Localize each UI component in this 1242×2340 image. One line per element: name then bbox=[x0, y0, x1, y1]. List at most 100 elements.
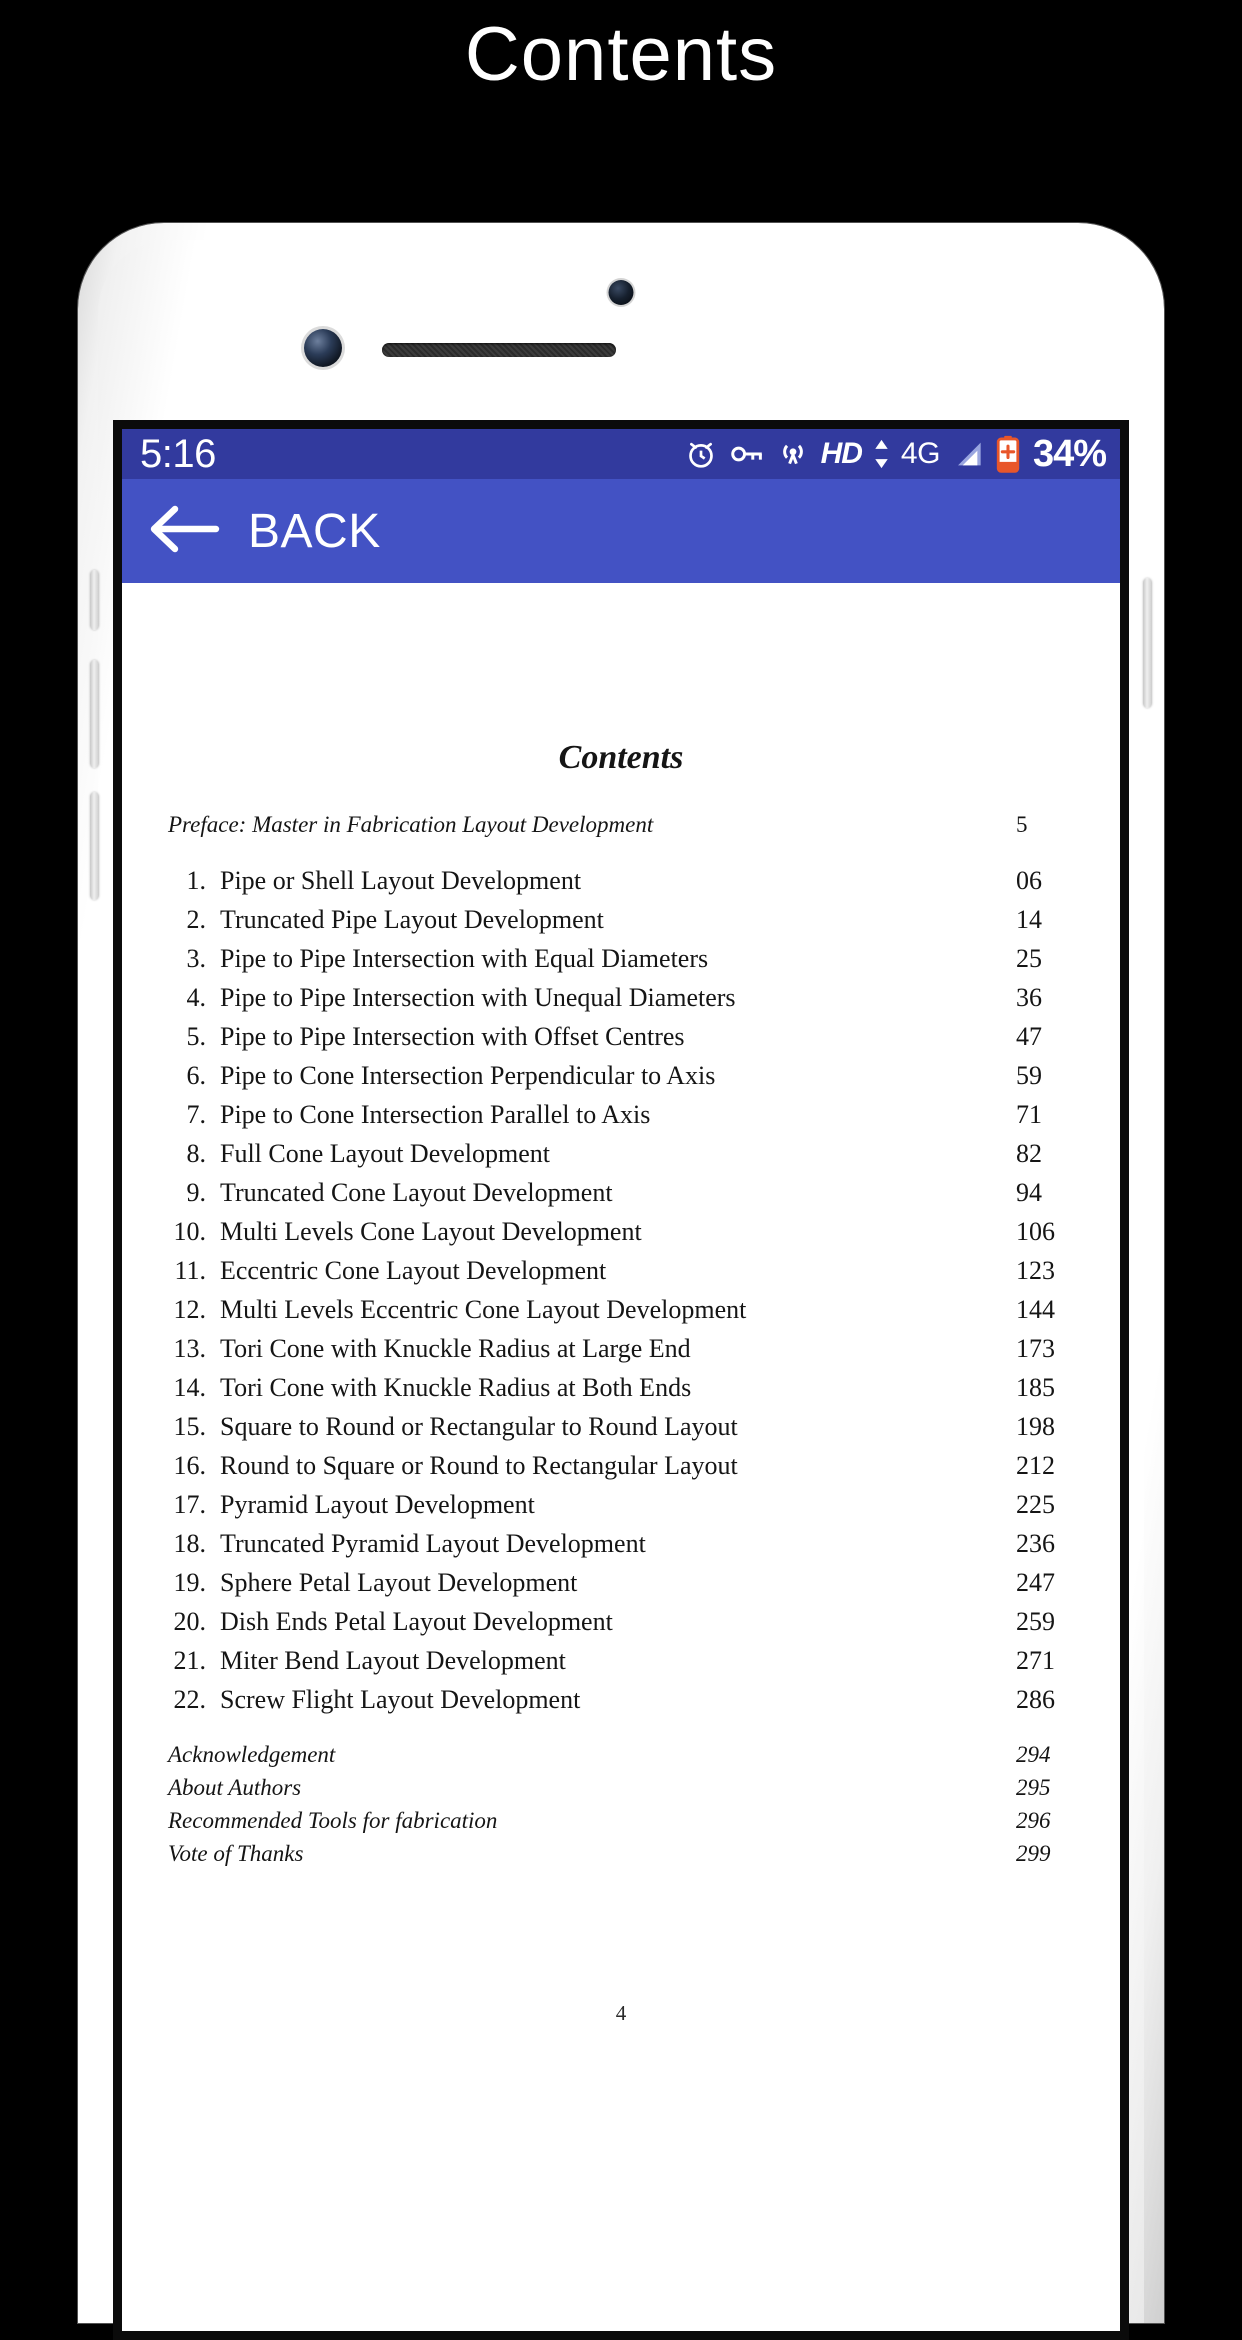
alarm-clock-icon bbox=[684, 437, 718, 471]
toc-back-matter-label: Recommended Tools for fabrication bbox=[168, 1809, 497, 1832]
hd-icon: HD bbox=[821, 437, 862, 471]
toc-back-matter-page: 299 bbox=[1016, 1842, 1074, 1865]
toc-chapter-page: 82 bbox=[1016, 1141, 1074, 1167]
toc-chapter-page: 14 bbox=[1016, 907, 1074, 933]
toc-chapter-title: Pipe to Pipe Intersection with Unequal D… bbox=[220, 985, 736, 1011]
toc-chapter-row[interactable]: 2.Truncated Pipe Layout Development14 bbox=[168, 907, 1074, 933]
toc-chapter-page: 271 bbox=[1016, 1648, 1074, 1674]
toc-chapter-title: Tori Cone with Knuckle Radius at Both En… bbox=[220, 1375, 691, 1401]
device-button-volume-up[interactable] bbox=[90, 660, 99, 768]
toc-chapter-row[interactable]: 4.Pipe to Pipe Intersection with Unequal… bbox=[168, 985, 1074, 1011]
toc-chapter-title: Pipe or Shell Layout Development bbox=[220, 868, 581, 894]
toc-preface-row[interactable]: Preface: Master in Fabrication Layout De… bbox=[168, 813, 1074, 836]
toc-chapter-list: 1.Pipe or Shell Layout Development062.Tr… bbox=[168, 868, 1074, 1713]
vpn-key-icon bbox=[729, 439, 765, 469]
toc-chapter-row[interactable]: 12.Multi Levels Eccentric Cone Layout De… bbox=[168, 1297, 1074, 1323]
toc-chapter-number: 2. bbox=[168, 907, 220, 933]
toc-back-matter-label: Acknowledgement bbox=[168, 1743, 335, 1766]
toc-back-matter-label: About Authors bbox=[168, 1776, 301, 1799]
toc-chapter-row[interactable]: 5.Pipe to Pipe Intersection with Offset … bbox=[168, 1024, 1074, 1050]
network-type-label: 4G bbox=[901, 437, 940, 471]
toc-chapter-page: 212 bbox=[1016, 1453, 1074, 1479]
toc-chapter-title: Tori Cone with Knuckle Radius at Large E… bbox=[220, 1336, 691, 1362]
toc-chapter-row[interactable]: 9.Truncated Cone Layout Development94 bbox=[168, 1180, 1074, 1206]
toc-chapter-number: 10. bbox=[168, 1219, 220, 1245]
front-sensor-icon bbox=[609, 280, 634, 305]
toc-preface-label: Preface: Master in Fabrication Layout De… bbox=[168, 813, 653, 836]
toc-chapter-row[interactable]: 16.Round to Square or Round to Rectangul… bbox=[168, 1453, 1074, 1479]
device-button-power[interactable] bbox=[1143, 578, 1152, 708]
toc-chapter-number: 7. bbox=[168, 1102, 220, 1128]
device-button-left-top[interactable] bbox=[90, 570, 99, 630]
toc-chapter-title: Eccentric Cone Layout Development bbox=[220, 1258, 606, 1284]
toc-chapter-number: 13. bbox=[168, 1336, 220, 1362]
data-transfer-icon bbox=[873, 437, 890, 471]
toc-chapter-row[interactable]: 11.Eccentric Cone Layout Development 123 bbox=[168, 1258, 1074, 1284]
toc-chapter-title: Sphere Petal Layout Development bbox=[220, 1570, 577, 1596]
status-bar: 5:16 bbox=[122, 429, 1120, 479]
document-page: Contents Preface: Master in Fabrication … bbox=[122, 739, 1120, 2340]
toc-heading: Contents bbox=[168, 739, 1074, 777]
toc-chapter-row[interactable]: 14.Tori Cone with Knuckle Radius at Both… bbox=[168, 1375, 1074, 1401]
toc-chapter-page: 106 bbox=[1016, 1219, 1074, 1245]
phone-device-frame: 5:16 bbox=[78, 223, 1164, 2323]
arrow-left-icon[interactable] bbox=[148, 500, 220, 563]
toc-back-matter-row[interactable]: Acknowledgement294 bbox=[168, 1743, 1074, 1766]
toc-chapter-number: 15. bbox=[168, 1414, 220, 1440]
toc-chapter-title: Truncated Pyramid Layout Development bbox=[220, 1531, 646, 1557]
device-button-volume-down[interactable] bbox=[90, 792, 99, 900]
toc-chapter-row[interactable]: 21.Miter Bend Layout Development271 bbox=[168, 1648, 1074, 1674]
toc-chapter-row[interactable]: 19.Sphere Petal Layout Development 247 bbox=[168, 1570, 1074, 1596]
toc-chapter-number: 11. bbox=[168, 1258, 220, 1284]
battery-icon bbox=[996, 435, 1020, 473]
toc-chapter-row[interactable]: 20.Dish Ends Petal Layout Development259 bbox=[168, 1609, 1074, 1635]
toc-chapter-title: Round to Square or Round to Rectangular … bbox=[220, 1453, 738, 1479]
toc-chapter-number: 5. bbox=[168, 1024, 220, 1050]
toc-chapter-page: 25 bbox=[1016, 946, 1074, 972]
toc-chapter-page: 247 bbox=[1016, 1570, 1074, 1596]
hero-title: Contents bbox=[0, 13, 1242, 97]
toc-chapter-row[interactable]: 18.Truncated Pyramid Layout Development 2… bbox=[168, 1531, 1074, 1557]
toc-chapter-number: 4. bbox=[168, 985, 220, 1011]
toc-chapter-row[interactable]: 22.Screw Flight Layout Development286 bbox=[168, 1687, 1074, 1713]
toc-chapter-row[interactable]: 13.Tori Cone with Knuckle Radius at Larg… bbox=[168, 1336, 1074, 1362]
toc-chapter-title: Pipe to Cone Intersection Perpendicular … bbox=[220, 1063, 715, 1089]
toc-chapter-number: 19. bbox=[168, 1570, 220, 1596]
toc-chapter-page: 185 bbox=[1016, 1375, 1074, 1401]
toc-back-matter-label: Vote of Thanks bbox=[168, 1842, 303, 1865]
toc-chapter-page: 123 bbox=[1016, 1258, 1074, 1284]
toc-back-matter-row[interactable]: Vote of Thanks 299 bbox=[168, 1842, 1074, 1865]
page-folio: 4 bbox=[122, 2001, 1120, 2026]
toc-chapter-number: 12. bbox=[168, 1297, 220, 1323]
toc-chapter-title: Dish Ends Petal Layout Development bbox=[220, 1609, 613, 1635]
toc-chapter-number: 17. bbox=[168, 1492, 220, 1518]
toc-chapter-number: 1. bbox=[168, 868, 220, 894]
toc-chapter-page: 286 bbox=[1016, 1687, 1074, 1713]
back-button-label[interactable]: BACK bbox=[248, 504, 381, 559]
toc-back-matter-page: 296 bbox=[1016, 1809, 1074, 1832]
toc-chapter-row[interactable]: 10.Multi Levels Cone Layout Development1… bbox=[168, 1219, 1074, 1245]
toc-chapter-page: 173 bbox=[1016, 1336, 1074, 1362]
toc-chapter-page: 71 bbox=[1016, 1102, 1074, 1128]
toc-chapter-page: 236 bbox=[1016, 1531, 1074, 1557]
toc-chapter-row[interactable]: 1.Pipe or Shell Layout Development06 bbox=[168, 868, 1074, 894]
toc-chapter-number: 6. bbox=[168, 1063, 220, 1089]
toc-chapter-row[interactable]: 6.Pipe to Cone Intersection Perpendicula… bbox=[168, 1063, 1074, 1089]
phone-device-bezel: 5:16 bbox=[98, 240, 1144, 2323]
toc-chapter-row[interactable]: 15.Square to Round or Rectangular to Rou… bbox=[168, 1414, 1074, 1440]
front-camera-icon bbox=[304, 329, 342, 367]
toc-chapter-row[interactable]: 8.Full Cone Layout Development82 bbox=[168, 1141, 1074, 1167]
app-bar: BACK bbox=[122, 479, 1120, 583]
toc-chapter-number: 18. bbox=[168, 1531, 220, 1557]
toc-chapter-number: 14. bbox=[168, 1375, 220, 1401]
toc-chapter-row[interactable]: 3.Pipe to Pipe Intersection with Equal D… bbox=[168, 946, 1074, 972]
toc-chapter-row[interactable]: 17.Pyramid Layout Development225 bbox=[168, 1492, 1074, 1518]
toc-back-matter-row[interactable]: Recommended Tools for fabrication 296 bbox=[168, 1809, 1074, 1832]
toc-chapter-number: 3. bbox=[168, 946, 220, 972]
toc-chapter-page: 259 bbox=[1016, 1609, 1074, 1635]
signal-bars-icon bbox=[951, 438, 985, 470]
toc-chapter-page: 36 bbox=[1016, 985, 1074, 1011]
toc-chapter-row[interactable]: 7.Pipe to Cone Intersection Parallel to … bbox=[168, 1102, 1074, 1128]
toc-back-matter-row[interactable]: About Authors295 bbox=[168, 1776, 1074, 1799]
toc-chapter-title: Pipe to Pipe Intersection with Offset Ce… bbox=[220, 1024, 685, 1050]
